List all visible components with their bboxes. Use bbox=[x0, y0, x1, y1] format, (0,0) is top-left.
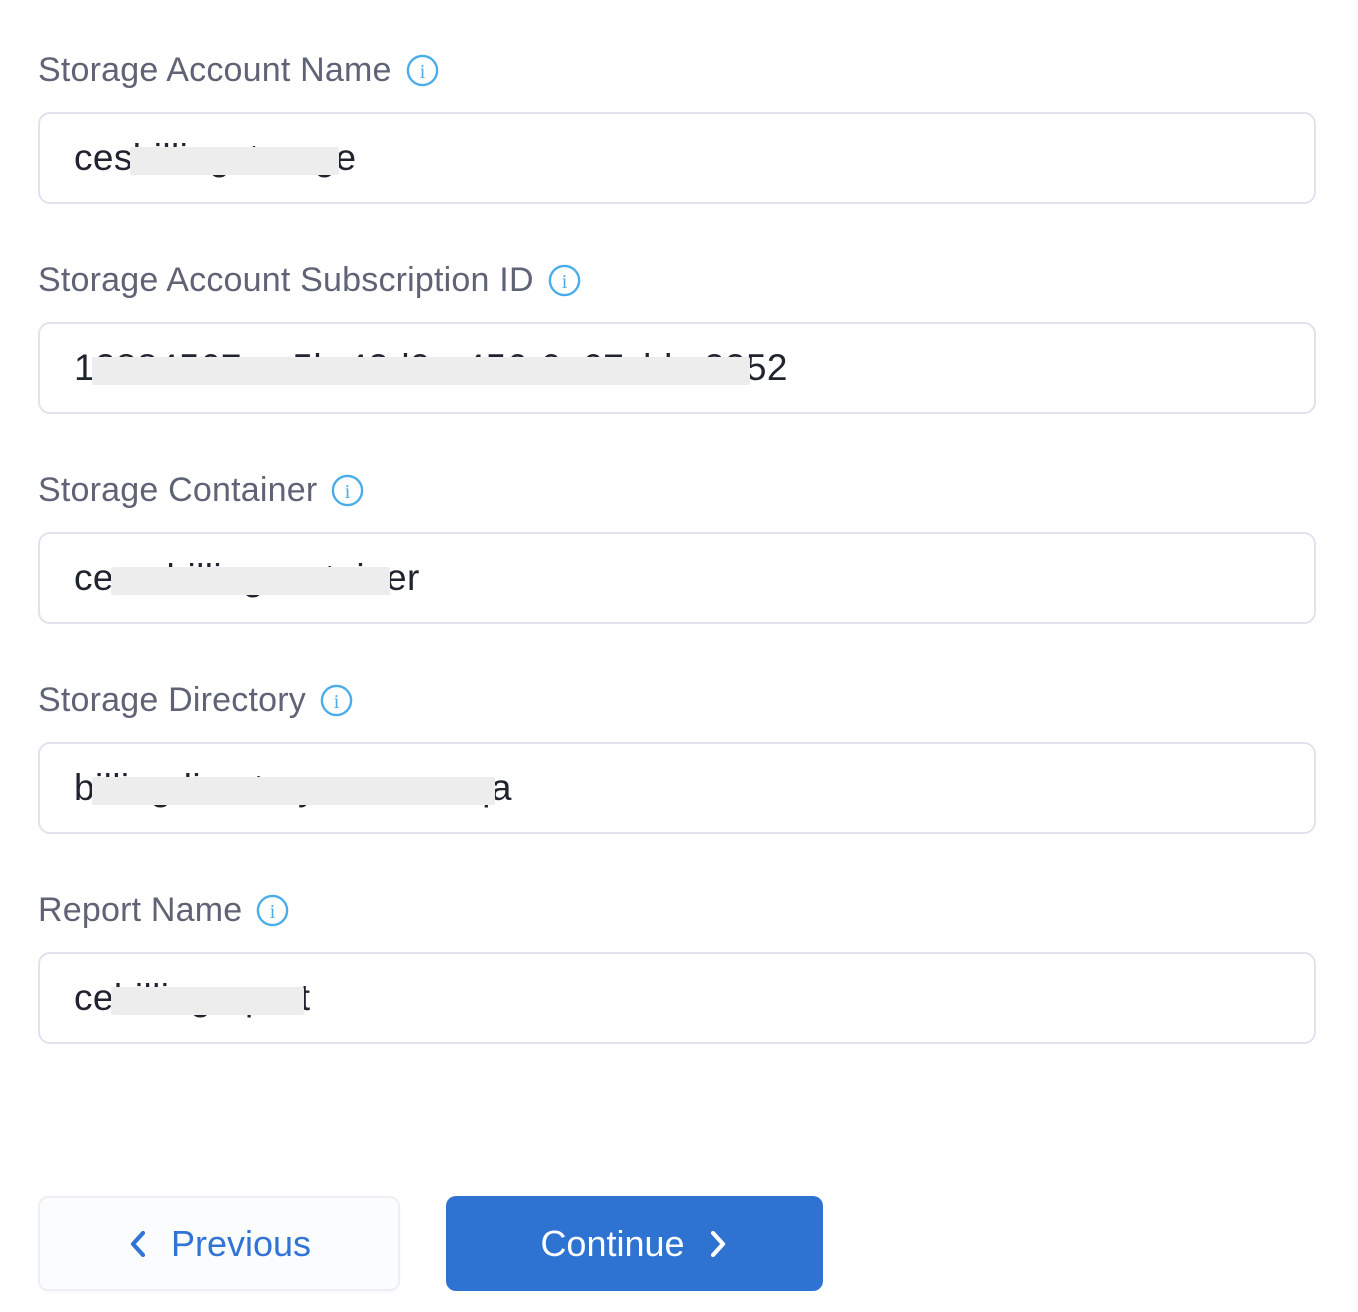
input-value: cesbillingstorage bbox=[74, 135, 356, 181]
redaction-overlay: srebillingcontain bbox=[114, 555, 386, 601]
previous-button[interactable]: Previous bbox=[38, 1196, 400, 1291]
input-value: 12884567-cc5b-42d9-a456-6a67cbbc2252 bbox=[74, 345, 788, 391]
storage-directory-input[interactable]: billingdirectorynamecusqa bbox=[38, 742, 1316, 834]
svg-text:i: i bbox=[270, 901, 276, 923]
info-icon[interactable]: i bbox=[547, 263, 582, 298]
field-storage-account-name: Storage Account Name i cesbillingstorage bbox=[38, 48, 1318, 204]
svg-text:i: i bbox=[334, 691, 340, 713]
redaction-overlay: billingstorag bbox=[133, 135, 336, 181]
storage-container-input[interactable]: cesrebillingcontainer bbox=[38, 532, 1316, 624]
report-name-input[interactable]: cebillingreport bbox=[38, 952, 1316, 1044]
field-label: Report Name bbox=[38, 888, 242, 932]
info-icon[interactable]: i bbox=[405, 53, 440, 88]
field-storage-container: Storage Container i cesrebillingcontaine… bbox=[38, 468, 1318, 624]
field-label: Storage Directory bbox=[38, 678, 306, 722]
previous-button-label: Previous bbox=[171, 1223, 311, 1265]
storage-settings-form: Storage Account Name i cesbillingstorage… bbox=[0, 0, 1358, 1291]
field-storage-account-subscription-id: Storage Account Subscription ID i 128845… bbox=[38, 258, 1318, 414]
field-report-name: Report Name i cebillingreport bbox=[38, 888, 1318, 1044]
svg-text:i: i bbox=[561, 271, 567, 293]
input-value: billingdirectorynamecusqa bbox=[74, 765, 512, 811]
redaction-overlay: billingrepor bbox=[114, 975, 300, 1021]
redaction-overlay: 2884567-cc5b-42d9-a456-6a67cbbc22 bbox=[95, 345, 746, 391]
continue-button[interactable]: Continue bbox=[446, 1196, 823, 1291]
input-value: cesrebillingcontainer bbox=[74, 555, 420, 601]
info-icon[interactable]: i bbox=[255, 893, 290, 928]
svg-text:i: i bbox=[419, 61, 425, 83]
chevron-left-icon bbox=[127, 1228, 149, 1260]
field-label: Storage Account Name bbox=[38, 48, 392, 92]
storage-account-name-input[interactable]: cesbillingstorage bbox=[38, 112, 1316, 204]
info-icon[interactable]: i bbox=[330, 473, 365, 508]
storage-account-subscription-id-input[interactable]: 12884567-cc5b-42d9-a456-6a67cbbc2252 bbox=[38, 322, 1316, 414]
info-icon[interactable]: i bbox=[319, 683, 354, 718]
svg-text:i: i bbox=[345, 481, 351, 503]
field-label: Storage Container bbox=[38, 468, 317, 512]
field-storage-directory: Storage Directory i billingdirectoryname… bbox=[38, 678, 1318, 834]
field-label: Storage Account Subscription ID bbox=[38, 258, 534, 302]
input-value: cebillingreport bbox=[74, 975, 310, 1021]
form-actions: Previous Continue bbox=[38, 1196, 1318, 1291]
chevron-right-icon bbox=[707, 1228, 729, 1260]
redaction-overlay: illingdirectorynamecusq bbox=[95, 765, 491, 811]
continue-button-label: Continue bbox=[540, 1223, 684, 1265]
